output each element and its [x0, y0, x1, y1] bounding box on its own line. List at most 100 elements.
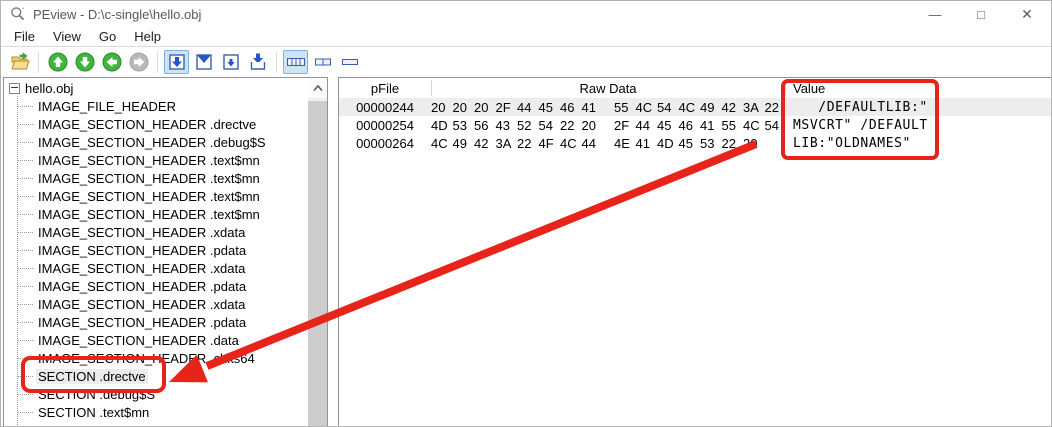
close-button[interactable]: ✕: [1004, 1, 1050, 27]
hex-row-00000244[interactable]: 000002442020202F44454641554C544C49423A22…: [339, 98, 1052, 116]
goto-mark-button[interactable]: [218, 50, 243, 74]
hex-byte: 55: [722, 118, 744, 133]
tree-item-label: SECTION .text$mn: [36, 405, 151, 420]
hex-byte: 3A: [496, 136, 518, 151]
hex-address: 00000264: [339, 136, 431, 151]
box-down-arrow-icon: [167, 52, 187, 72]
tree-item-label: IMAGE_SECTION_HEADER .data: [36, 333, 241, 348]
hex-byte: 54: [765, 118, 787, 133]
tree-item-label: IMAGE_SECTION_HEADER .text$mn: [36, 153, 262, 168]
open-file-button[interactable]: [7, 50, 32, 74]
nav-up-button[interactable]: [45, 50, 70, 74]
hex-byte: 4C: [560, 136, 582, 151]
maximize-button[interactable]: □: [958, 1, 1004, 27]
tree-item-image-section-header-xdata[interactable]: IMAGE_SECTION_HEADER .xdata: [5, 223, 307, 241]
hex-value-text: LIB:"OLDNAMES": [787, 136, 919, 151]
arrow-into-box-icon: [248, 52, 268, 72]
menu-view[interactable]: View: [44, 29, 90, 44]
tree-item-label: SECTION .drectve: [36, 369, 148, 384]
tree-panel: hello.obj IMAGE_FILE_HEADER IMAGE_SECTION…: [3, 77, 328, 427]
tree-item-label: IMAGE_RELOCATION: [36, 423, 173, 427]
magnifier-icon: [10, 6, 26, 22]
view-one-row-button[interactable]: [283, 50, 308, 74]
arrow-right-circle-icon: [129, 52, 149, 72]
tree-item-image-section-header-pdata[interactable]: IMAGE_SECTION_HEADER .pdata: [5, 277, 307, 295]
hex-row-00000254[interactable]: 000002544D535643525422202F44454641554C54…: [339, 116, 1052, 134]
goto-top-button[interactable]: [191, 50, 216, 74]
tree-item-image-section-header-xdata[interactable]: IMAGE_SECTION_HEADER .xdata: [5, 259, 307, 277]
tree-root-label: hello.obj: [25, 81, 73, 96]
tree-item-image-section-header-pdata[interactable]: IMAGE_SECTION_HEADER .pdata: [5, 313, 307, 331]
hex-row-00000264[interactable]: 000002644C49423A224F4C444E414D45532220LI…: [339, 134, 1052, 152]
collapse-icon[interactable]: [9, 83, 20, 94]
hex-byte: 54: [539, 118, 561, 133]
column-header-pfile[interactable]: pFile: [339, 81, 431, 96]
tree-item-label: IMAGE_SECTION_HEADER .text$mn: [36, 189, 262, 204]
arrow-left-circle-icon: [102, 52, 122, 72]
tree-item-section-drectve[interactable]: SECTION .drectve: [5, 367, 307, 385]
tree-item-image-section-header-drectve[interactable]: IMAGE_SECTION_HEADER .drectve: [5, 115, 307, 133]
hex-byte: 20: [474, 100, 496, 115]
column-header-rawdata[interactable]: Raw Data: [431, 81, 785, 96]
hex-byte: 4D: [657, 136, 679, 151]
goto-bottom-button[interactable]: [245, 50, 270, 74]
hex-byte: 44: [582, 136, 604, 151]
hex-byte: 45: [657, 118, 679, 133]
hex-byte: 43: [496, 118, 518, 133]
tree-item-image-section-header-data[interactable]: IMAGE_SECTION_HEADER .data: [5, 331, 307, 349]
cells-four-icon: [286, 52, 306, 72]
tree-item-label: IMAGE_SECTION_HEADER .chks64: [36, 351, 257, 366]
tree-item-image-section-header-text-mn[interactable]: IMAGE_SECTION_HEADER .text$mn: [5, 205, 307, 223]
column-header-value[interactable]: Value: [785, 81, 825, 96]
title-bar: PEview - D:\c-single\hello.obj — □ ✕: [1, 1, 1051, 27]
tree-item-image-section-header-debug-s[interactable]: IMAGE_SECTION_HEADER .debug$S: [5, 133, 307, 151]
tree-item-image-section-header-text-mn[interactable]: IMAGE_SECTION_HEADER .text$mn: [5, 169, 307, 187]
tree-root[interactable]: hello.obj: [5, 79, 307, 97]
hex-byte: 3A: [743, 100, 765, 115]
tree-item-image-section-header-text-mn[interactable]: IMAGE_SECTION_HEADER .text$mn: [5, 187, 307, 205]
tree-item-image-file-header[interactable]: IMAGE_FILE_HEADER: [5, 97, 307, 115]
hex-byte: 45: [539, 100, 561, 115]
tree-item-image-relocation[interactable]: IMAGE_RELOCATION: [5, 421, 307, 427]
tree-item-image-section-header-pdata[interactable]: IMAGE_SECTION_HEADER .pdata: [5, 241, 307, 259]
view-two-cells-button[interactable]: [310, 50, 335, 74]
box-small-arrow-icon: [221, 52, 241, 72]
hex-byte: 42: [474, 136, 496, 151]
menu-go[interactable]: Go: [90, 29, 125, 44]
tree-item-image-section-header-chks64[interactable]: IMAGE_SECTION_HEADER .chks64: [5, 349, 307, 367]
tree-item-section-text-mn[interactable]: SECTION .text$mn: [5, 403, 307, 421]
toolbar-separator: [38, 51, 39, 73]
nav-down-button[interactable]: [72, 50, 97, 74]
tree-item-image-section-header-xdata[interactable]: IMAGE_SECTION_HEADER .xdata: [5, 295, 307, 313]
tree-item-label: IMAGE_SECTION_HEADER .drectve: [36, 117, 258, 132]
peview-window: PEview - D:\c-single\hello.obj — □ ✕ Fil…: [0, 0, 1052, 427]
toolbar-separator: [276, 51, 277, 73]
arrow-down-circle-icon: [75, 52, 95, 72]
minimize-button[interactable]: —: [912, 1, 958, 27]
hex-address: 00000244: [339, 100, 431, 115]
tree-item-section-debug-s[interactable]: SECTION .debug$S: [5, 385, 307, 403]
scroll-up-button[interactable]: [308, 78, 327, 98]
tree-children: IMAGE_FILE_HEADER IMAGE_SECTION_HEADER .d…: [5, 97, 307, 427]
hex-byte: 20: [743, 136, 765, 151]
tree-item-image-section-header-text-mn[interactable]: IMAGE_SECTION_HEADER .text$mn: [5, 151, 307, 169]
menu-file[interactable]: File: [5, 29, 44, 44]
hex-byte: 41: [700, 118, 722, 133]
goto-offset-button[interactable]: [164, 50, 189, 74]
tree-scrollbar[interactable]: [308, 78, 327, 427]
cells-two-icon: [313, 52, 333, 72]
hex-byte: 41: [582, 100, 604, 115]
nav-back-button[interactable]: [99, 50, 124, 74]
hex-byte: 2F: [614, 118, 636, 133]
menu-help[interactable]: Help: [125, 29, 170, 44]
scrollbar-thumb[interactable]: [308, 101, 327, 427]
hex-byte: 41: [636, 136, 658, 151]
hex-byte: 4E: [614, 136, 636, 151]
chevron-up-icon: [312, 84, 324, 92]
nav-forward-button[interactable]: [126, 50, 151, 74]
hex-byte: 4C: [431, 136, 453, 151]
tree-item-label: SECTION .debug$S: [36, 387, 157, 402]
hex-bytes: 4D535643525422202F44454641554C54: [431, 118, 787, 133]
view-one-cell-button[interactable]: [337, 50, 362, 74]
hex-byte: 46: [679, 118, 701, 133]
